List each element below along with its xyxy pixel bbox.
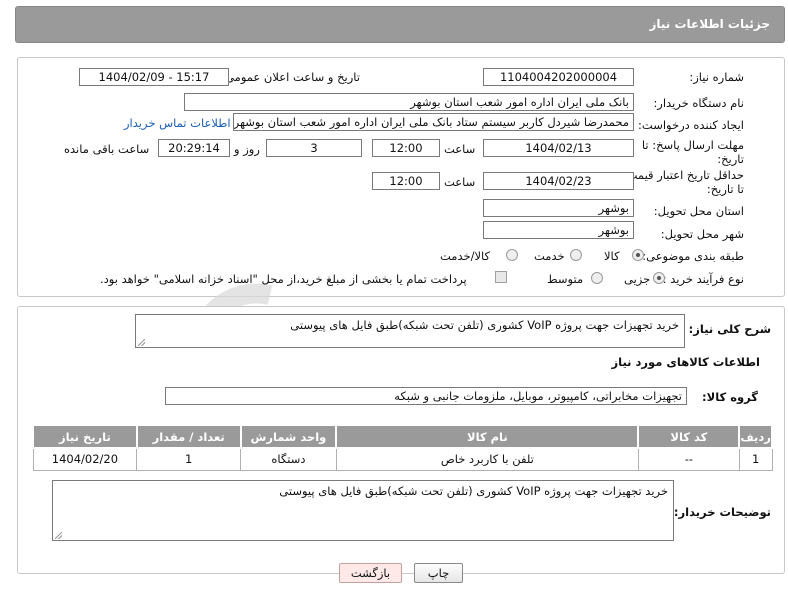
creator-label: ایجاد کننده درخواست: — [638, 118, 744, 132]
price-validity-time-field[interactable]: 12:00 — [372, 172, 440, 190]
category-option-service: خدمت — [534, 249, 565, 263]
creator-field[interactable]: محمدرضا شیردل کاربر سیستم ستاد بانک ملی … — [233, 113, 634, 131]
cell-quantity: 1 — [136, 447, 242, 471]
table-row[interactable]: 1 -- تلفن با کاربرد خاص دستگاه 1 1404/02… — [32, 447, 773, 471]
need-number-label: شماره نیاز: — [689, 70, 744, 84]
col-unit: واحد شمارش — [239, 424, 338, 449]
resize-handle-icon[interactable] — [138, 339, 145, 346]
page-title: جزئیات اطلاعات نیاز — [649, 17, 770, 31]
process-radio-minor[interactable] — [653, 272, 665, 284]
category-option-goods-service: کالا/خدمت — [440, 249, 491, 263]
category-radio-service[interactable] — [570, 249, 582, 261]
process-option-minor: جزیی — [624, 272, 651, 286]
cell-unit: دستگاه — [240, 447, 337, 471]
page-header: جزئیات اطلاعات نیاز — [15, 6, 785, 43]
treasury-payment-checkbox[interactable] — [495, 271, 507, 283]
price-validity-time-label: ساعت — [444, 175, 476, 189]
buyer-notes-textarea[interactable]: خرید تجهیزات جهت پروژه VoIP کشوری (تلفن … — [52, 480, 674, 541]
description-text: خرید تجهیزات جهت پروژه VoIP کشوری (تلفن … — [290, 318, 679, 332]
price-validity-label-date: تا تاریخ: — [706, 182, 744, 196]
description-textarea[interactable]: خرید تجهیزات جهت پروژه VoIP کشوری (تلفن … — [135, 314, 685, 348]
price-validity-date-field[interactable]: 1404/02/23 — [483, 172, 634, 190]
buyer-notes-text: خرید تجهیزات جهت پروژه VoIP کشوری (تلفن … — [279, 484, 668, 498]
announce-datetime-field[interactable]: 1404/02/09 - 15:17 — [79, 68, 229, 86]
col-name: نام کالا — [335, 424, 640, 449]
col-code: کد کالا — [637, 424, 741, 449]
deadline-label: مهلت ارسال پاسخ: تا — [641, 138, 744, 152]
city-label: شهر محل تحویل: — [660, 227, 744, 241]
cell-name: تلفن با کاربرد خاص — [335, 447, 639, 471]
process-type-label: نوع فرآیند خرید : — [662, 272, 744, 286]
buyer-org-label: نام دستگاه خریدار: — [653, 96, 744, 110]
category-radio-goods[interactable] — [632, 249, 644, 261]
cell-code: -- — [637, 447, 740, 471]
print-button[interactable]: چاپ — [414, 563, 463, 583]
goods-table-header: ردیف کد کالا نام کالا واحد شمارش تعداد /… — [32, 424, 773, 449]
price-validity-label: حداقل تاریخ اعتبار قیمت: — [622, 168, 744, 182]
process-radio-medium[interactable] — [591, 272, 603, 284]
deadline-time-field[interactable]: 12:00 — [372, 139, 440, 157]
city-field[interactable]: بوشهر — [483, 221, 634, 239]
announce-label: تاریخ و ساعت اعلان عمومی: — [221, 70, 360, 84]
buyer-contact-link[interactable]: اطلاعات تماس خریدار — [124, 116, 231, 130]
col-need-date: تاریخ نیاز — [32, 424, 138, 449]
category-label: طبقه بندی موضوعی: — [642, 249, 744, 263]
process-option-medium: متوسط — [547, 272, 584, 286]
remaining-time-label: ساعت باقی مانده — [64, 142, 150, 156]
province-field[interactable]: بوشهر — [483, 199, 634, 217]
col-quantity: تعداد / مقدار — [135, 424, 242, 449]
remaining-time-field[interactable]: 20:29:14 — [158, 139, 230, 157]
goods-group-field[interactable]: تجهیزات مخابراتی، کامپیوتر، موبایل، ملزو… — [165, 387, 687, 405]
buyer-org-field[interactable]: بانک ملی ایران اداره امور شعب استان بوشه… — [184, 93, 634, 111]
goods-group-label: گروه کالا: — [702, 390, 758, 404]
deadline-time-label: ساعت — [444, 142, 476, 156]
days-remaining-field[interactable]: 3 — [266, 139, 362, 157]
category-radio-goods-service[interactable] — [506, 249, 518, 261]
description-label: شرح کلی نیاز: — [688, 322, 771, 336]
back-button[interactable]: بازگشت — [339, 563, 402, 583]
col-row: ردیف — [738, 424, 773, 449]
goods-section-title: اطلاعات کالاهای مورد نیاز — [611, 355, 760, 369]
goods-table: ردیف کد کالا نام کالا واحد شمارش تعداد /… — [32, 424, 773, 471]
deadline-label-date: تاریخ: — [717, 152, 744, 166]
cell-row: 1 — [738, 447, 773, 471]
province-label: استان محل تحویل: — [653, 204, 744, 218]
buyer-notes-label: توضیحات خریدار: — [673, 505, 771, 519]
days-label: روز و — [234, 142, 260, 156]
deadline-date-field[interactable]: 1404/02/13 — [483, 139, 634, 157]
treasury-payment-note: پرداخت تمام یا بخشی از مبلغ خرید،از محل … — [100, 272, 467, 286]
category-option-goods: کالا — [604, 249, 620, 263]
resize-handle-icon[interactable] — [55, 532, 62, 539]
need-number-field[interactable]: 1104004202000004 — [483, 68, 634, 86]
cell-need-date: 1404/02/20 — [32, 447, 138, 471]
